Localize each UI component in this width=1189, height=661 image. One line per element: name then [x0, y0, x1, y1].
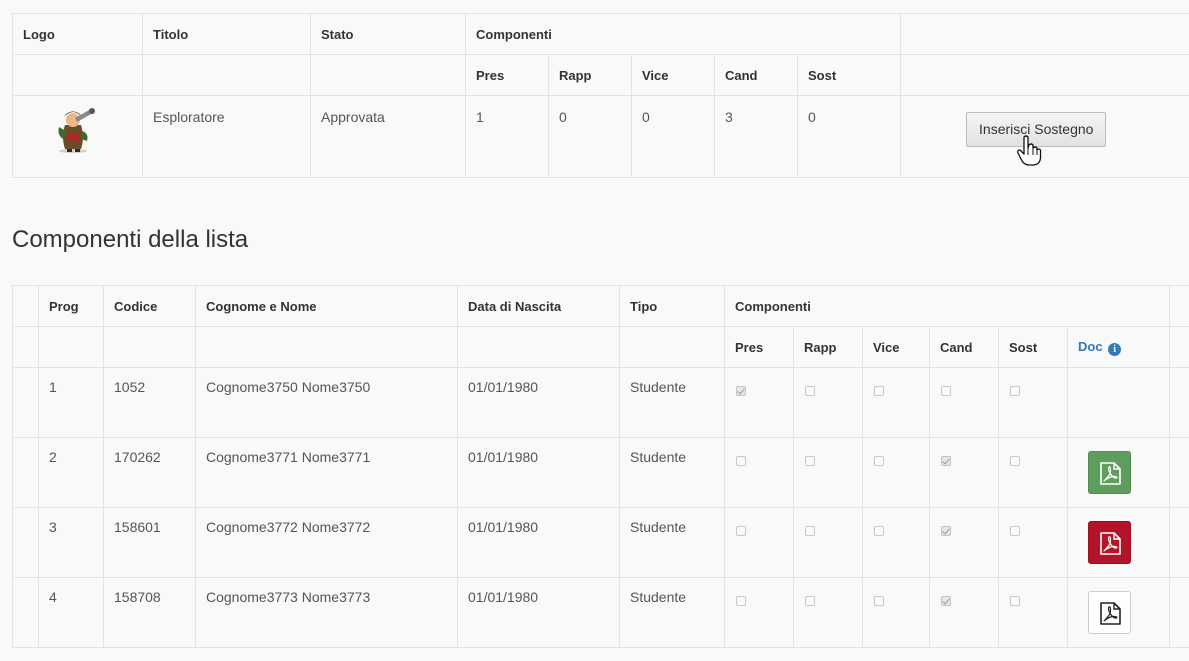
list-header-row: Logo Titolo Stato Componenti — [12, 13, 1189, 55]
header-data: Data di Nascita — [457, 285, 620, 327]
rapp-checkbox[interactable] — [805, 456, 815, 466]
header-titolo: Titolo — [142, 13, 311, 55]
cand-checkbox[interactable] — [941, 456, 951, 466]
table-row: 2 170262 Cognome3771 Nome3771 01/01/1980 Stu… — [12, 437, 1189, 508]
header-vice: Vice — [862, 326, 930, 368]
row-prog: 4 — [38, 577, 104, 648]
row-data-nascita: 01/01/1980 — [457, 437, 620, 508]
vice-checkbox[interactable] — [874, 386, 884, 396]
header-logo: Logo — [12, 13, 143, 55]
sostegno-cell: Inserisci Sostegno — [900, 95, 1189, 178]
cand-checkbox[interactable] — [941, 526, 951, 536]
header-componenti: Componenti — [464, 13, 902, 55]
vice-checkbox[interactable] — [874, 456, 884, 466]
row-prog: 1 — [38, 367, 104, 438]
header-prog: Prog — [38, 285, 104, 327]
list-rapp: 0 — [548, 95, 632, 178]
section-title: Componenti della lista — [12, 226, 249, 253]
sost-checkbox[interactable] — [1010, 526, 1020, 536]
list-row: Esploratore Approvata 1 0 0 3 0 Inserisc… — [12, 95, 1189, 178]
row-tipo: Studente — [619, 367, 725, 438]
rapp-checkbox[interactable] — [805, 596, 815, 606]
components-subheader-row: Pres Rapp Vice Cand Sost Doc i — [12, 326, 1189, 368]
list-pres: 1 — [465, 95, 549, 178]
header-doc: Doc i — [1066, 326, 1171, 368]
components-header-row: Prog Codice Cognome e Nome Data di Nasci… — [12, 285, 1189, 327]
row-data-nascita: 01/01/1980 — [457, 507, 620, 578]
row-nome: Cognome3750 Nome3750 — [195, 367, 458, 438]
sost-checkbox[interactable] — [1010, 386, 1020, 396]
list-cand: 3 — [714, 95, 798, 178]
row-nome: Cognome3773 Nome3773 — [195, 577, 458, 648]
rapp-checkbox[interactable] — [805, 526, 815, 536]
explorer-mascot-logo-icon — [58, 108, 95, 153]
list-subheader-row: Pres Rapp Vice Cand Sost — [12, 54, 1189, 96]
rapp-checkbox[interactable] — [805, 386, 815, 396]
row-tipo: Studente — [619, 437, 725, 508]
vice-checkbox[interactable] — [874, 526, 884, 536]
pres-checkbox[interactable] — [736, 386, 746, 396]
row-data-nascita: 01/01/1980 — [457, 367, 620, 438]
header-stato: Stato — [310, 13, 466, 55]
cand-checkbox[interactable] — [941, 596, 951, 606]
row-nome: Cognome3772 Nome3772 — [195, 507, 458, 578]
list-table: Logo Titolo Stato Componenti Pres Rapp V… — [12, 13, 1189, 178]
page: Logo Titolo Stato Componenti Pres Rapp V… — [0, 0, 1189, 661]
row-tipo: Studente — [619, 577, 725, 648]
row-codice: 158601 — [103, 507, 196, 578]
hand-cursor-icon — [1017, 135, 1042, 166]
table-row: 3 158601 Cognome3772 Nome3772 01/01/1980 Stu… — [12, 507, 1189, 578]
list-vice: 0 — [631, 95, 715, 178]
cand-checkbox[interactable] — [941, 386, 951, 396]
table-row: 4 158708 Cognome3773 Nome3773 01/01/1980 Stu… — [12, 577, 1189, 648]
row-nome: Cognome3771 Nome3771 — [195, 437, 458, 508]
doc-header-label: Doc — [1078, 338, 1103, 354]
header-nome: Cognome e Nome — [195, 285, 458, 327]
info-icon[interactable]: i — [1108, 342, 1122, 356]
header-componenti: Componenti — [723, 285, 1171, 327]
header-sost: Sost — [998, 326, 1068, 368]
vice-checkbox[interactable] — [874, 596, 884, 606]
row-codice: 158708 — [103, 577, 196, 648]
sost-checkbox[interactable] — [1010, 596, 1020, 606]
header-vice: Vice — [631, 54, 715, 96]
header-pres: Pres — [465, 54, 549, 96]
list-stato: Approvata — [310, 95, 466, 178]
row-codice: 170262 — [103, 437, 196, 508]
header-tipo: Tipo — [619, 285, 725, 327]
header-codice: Codice — [103, 285, 196, 327]
pres-checkbox[interactable] — [736, 456, 746, 466]
pres-checkbox[interactable] — [736, 596, 746, 606]
header-rapp: Rapp — [548, 54, 632, 96]
row-prog: 2 — [38, 437, 104, 508]
table-row: 1 1052 Cognome3750 Nome3750 01/01/1980 Stude… — [12, 367, 1189, 438]
pdf-document-button[interactable] — [1088, 591, 1131, 634]
header-cand: Cand — [714, 54, 798, 96]
row-prog: 3 — [38, 507, 104, 578]
header-pres: Pres — [724, 326, 794, 368]
row-tipo: Studente — [619, 507, 725, 578]
list-sost: 0 — [796, 95, 902, 178]
logo-cell — [12, 95, 143, 178]
header-cand: Cand — [929, 326, 999, 368]
components-body: 1 1052 Cognome3750 Nome3750 01/01/1980 Stude… — [12, 367, 1189, 648]
list-titolo: Esploratore — [142, 95, 311, 178]
row-data-nascita: 01/01/1980 — [457, 577, 620, 648]
components-table: Prog Codice Cognome e Nome Data di Nasci… — [12, 285, 1189, 648]
pdf-document-button[interactable] — [1088, 521, 1131, 564]
row-codice: 1052 — [103, 367, 196, 438]
header-rapp: Rapp — [793, 326, 863, 368]
header-sost: Sost — [796, 54, 902, 96]
header-empty — [900, 13, 1189, 55]
pdf-document-button[interactable] — [1088, 451, 1131, 494]
pres-checkbox[interactable] — [736, 526, 746, 536]
sost-checkbox[interactable] — [1010, 456, 1020, 466]
